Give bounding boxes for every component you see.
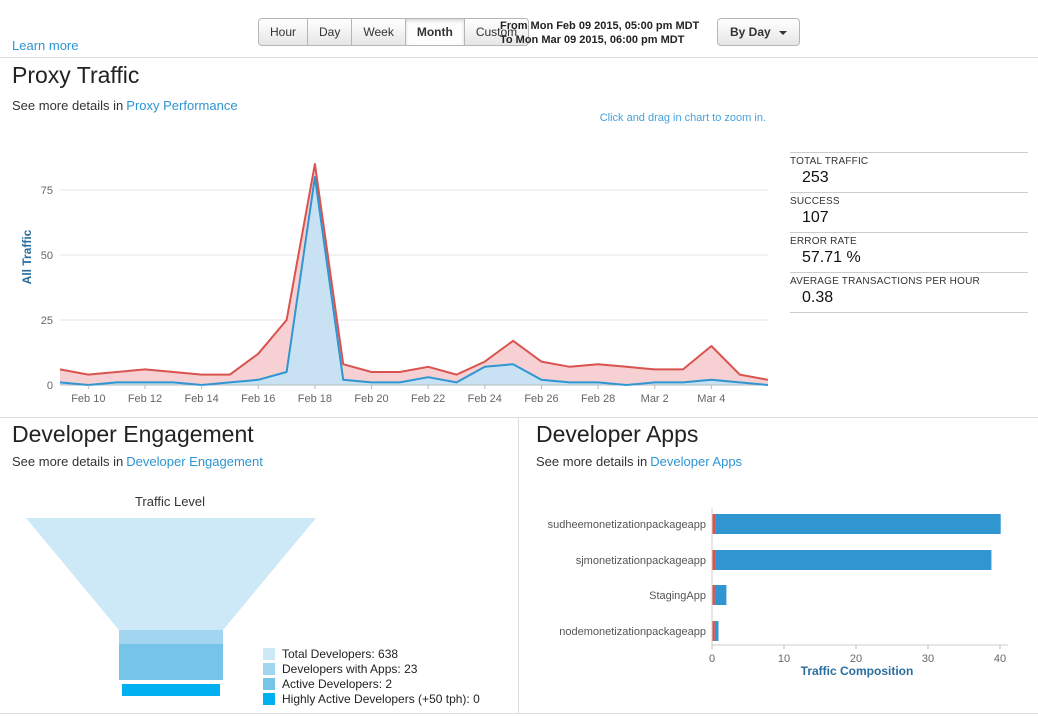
funnel-segment-developers-with-apps — [119, 630, 223, 644]
svg-text:25: 25 — [41, 315, 53, 327]
svg-text:sjmonetizationpackageapp: sjmonetizationpackageapp — [576, 555, 706, 567]
svg-text:Mar 2: Mar 2 — [641, 393, 669, 405]
funnel-title: Traffic Level — [134, 494, 206, 509]
developer-apps-subtitle: See more details in Developer Apps — [536, 454, 742, 469]
stat-avg-transactions: AVERAGE TRANSACTIONS PER HOUR 0.38 — [790, 272, 1028, 313]
time-range-hour-button[interactable]: Hour — [258, 18, 309, 46]
stat-value: 0.38 — [802, 289, 834, 306]
proxy-traffic-subtitle: See more details in Proxy Performance — [12, 98, 238, 113]
funnel-legend: Total Developers: 638 Developers with Ap… — [263, 646, 480, 706]
stat-label: AVERAGE TRANSACTIONS PER HOUR — [790, 276, 980, 287]
svg-text:0: 0 — [47, 380, 53, 392]
svg-text:StagingApp: StagingApp — [649, 590, 706, 602]
developer-engagement-subtitle: See more details in Developer Engagement — [12, 454, 263, 469]
stat-label: SUCCESS — [790, 196, 840, 207]
stat-value: 107 — [802, 209, 829, 226]
stat-value: 253 — [802, 169, 829, 186]
legend-swatch — [263, 677, 275, 690]
legend-swatch — [263, 647, 275, 660]
legend-label: Total Developers: 638 — [282, 646, 399, 661]
svg-text:50: 50 — [41, 250, 53, 262]
developer-engagement-title: Developer Engagement — [12, 421, 254, 447]
by-day-dropdown[interactable]: By Day — [717, 18, 801, 46]
subtitle-text: See more details in — [12, 98, 124, 113]
svg-text:Feb 22: Feb 22 — [411, 393, 445, 405]
proxy-traffic-title: Proxy Traffic — [12, 62, 140, 88]
divider — [0, 417, 1038, 418]
stat-value: 57.71 % — [802, 249, 861, 266]
divider — [0, 713, 1038, 714]
svg-text:Feb 10: Feb 10 — [71, 393, 105, 405]
svg-text:Mar 4: Mar 4 — [697, 393, 725, 405]
svg-text:Feb 18: Feb 18 — [298, 393, 332, 405]
developer-apps-link[interactable]: Developer Apps — [650, 454, 742, 469]
legend-label: Highly Active Developers (+50 tph): 0 — [282, 691, 480, 706]
stat-total-traffic: TOTAL TRAFFIC 253 — [790, 152, 1028, 192]
legend-swatch — [263, 692, 275, 705]
stat-label: TOTAL TRAFFIC — [790, 156, 869, 167]
date-range: From Mon Feb 09 2015, 05:00 pm MDT To Mo… — [500, 19, 699, 47]
funnel-segment-active-developers — [119, 644, 223, 680]
time-range-day-button[interactable]: Day — [307, 18, 353, 46]
x-axis-label: Traffic Composition — [800, 664, 914, 678]
svg-text:Feb 16: Feb 16 — [241, 393, 275, 405]
legend-item: Developers with Apps: 23 — [263, 661, 480, 676]
svg-text:75: 75 — [41, 185, 53, 197]
legend-swatch — [263, 662, 275, 675]
stat-label: ERROR RATE — [790, 236, 857, 247]
svg-text:Feb 24: Feb 24 — [468, 393, 502, 405]
developer-apps-chart: sudheemonetizationpackageapp sjmonetizati… — [548, 508, 1008, 665]
stat-error-rate: ERROR RATE 57.71 % — [790, 232, 1028, 272]
traffic-stats-panel: TOTAL TRAFFIC 253 SUCCESS 107 ERROR RATE… — [790, 152, 1028, 313]
analytics-dashboard: Learn more Hour Day Week Month Custom Fr… — [0, 0, 1038, 717]
proxy-performance-link[interactable]: Proxy Performance — [126, 98, 237, 113]
proxy-traffic-chart[interactable]: 0 25 50 75 Feb 10 Feb 12 Feb 14 Feb 16 Feb 18 Feb… — [20, 143, 776, 411]
divider — [0, 57, 1038, 58]
learn-more-link[interactable]: Learn more — [12, 38, 78, 53]
time-range-month-button[interactable]: Month — [404, 18, 465, 46]
svg-text:nodemonetizationpackageapp: nodemonetizationpackageapp — [559, 626, 706, 638]
legend-label: Active Developers: 2 — [282, 676, 393, 691]
date-to: To Mon Mar 09 2015, 06:00 pm MDT — [500, 34, 685, 46]
stat-success: SUCCESS 107 — [790, 192, 1028, 232]
developer-apps-title: Developer Apps — [536, 421, 699, 447]
subtitle-text: See more details in — [12, 454, 124, 469]
time-range-button-group: Hour Day Week Month Custom — [258, 18, 530, 46]
divider — [518, 417, 519, 713]
chevron-down-icon — [779, 30, 788, 35]
svg-text:Feb 26: Feb 26 — [524, 393, 558, 405]
legend-item: Highly Active Developers (+50 tph): 0 — [263, 691, 480, 706]
legend-item: Total Developers: 638 — [263, 646, 480, 661]
svg-text:sudheemonetizationpackageapp: sudheemonetizationpackageapp — [548, 519, 706, 531]
time-range-week-button[interactable]: Week — [351, 18, 406, 46]
developer-engagement-link[interactable]: Developer Engagement — [126, 454, 263, 469]
funnel-segment-total-developers — [26, 518, 316, 630]
date-from: From Mon Feb 09 2015, 05:00 pm MDT — [500, 20, 700, 32]
subtitle-text: See more details in — [536, 454, 648, 469]
svg-text:Feb 14: Feb 14 — [184, 393, 218, 405]
zoom-hint: Click and drag in chart to zoom in. — [599, 112, 766, 124]
svg-text:Feb 12: Feb 12 — [128, 393, 162, 405]
svg-text:Feb 28: Feb 28 — [581, 393, 615, 405]
legend-label: Developers with Apps: 23 — [282, 661, 418, 676]
by-day-label: By Day — [730, 25, 771, 39]
legend-item: Active Developers: 2 — [263, 676, 480, 691]
svg-text:Feb 20: Feb 20 — [354, 393, 388, 405]
funnel-segment-highly-active-developers — [122, 684, 220, 696]
